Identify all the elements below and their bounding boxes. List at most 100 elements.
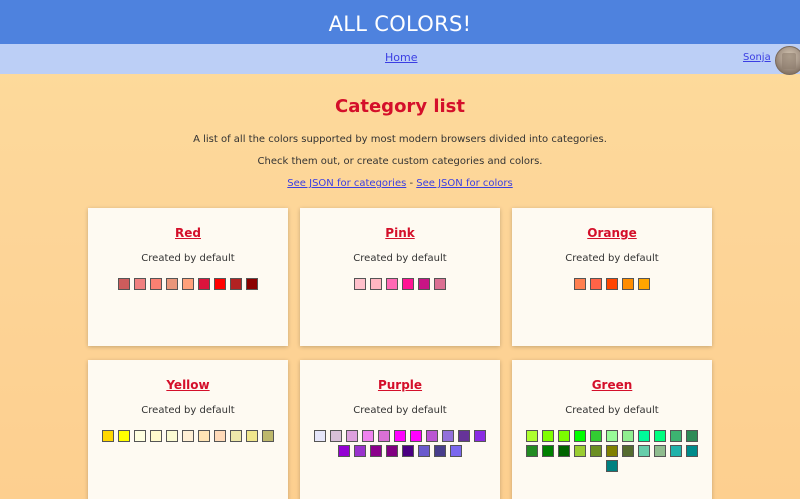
color-swatch[interactable] (638, 430, 650, 442)
color-swatch[interactable] (370, 278, 382, 290)
color-swatch[interactable] (402, 445, 414, 457)
color-swatch[interactable] (214, 278, 226, 290)
color-swatch[interactable] (386, 278, 398, 290)
color-swatch[interactable] (670, 430, 682, 442)
color-swatch[interactable] (590, 278, 602, 290)
color-swatch[interactable] (246, 278, 258, 290)
color-swatch[interactable] (558, 445, 570, 457)
color-swatch[interactable] (338, 445, 350, 457)
color-swatch[interactable] (182, 278, 194, 290)
color-swatch[interactable] (166, 278, 178, 290)
color-swatch[interactable] (574, 278, 586, 290)
app-header: ALL COLORS! (0, 0, 800, 44)
color-swatch[interactable] (418, 278, 430, 290)
color-swatch[interactable] (606, 430, 618, 442)
color-swatch[interactable] (378, 430, 390, 442)
color-swatch[interactable] (670, 445, 682, 457)
color-swatch[interactable] (434, 445, 446, 457)
color-swatch[interactable] (450, 445, 462, 457)
color-swatch[interactable] (542, 430, 554, 442)
color-swatch[interactable] (458, 430, 470, 442)
color-swatch[interactable] (314, 430, 326, 442)
color-swatch[interactable] (386, 445, 398, 457)
color-swatch[interactable] (638, 445, 650, 457)
color-swatch[interactable] (134, 430, 146, 442)
color-swatch[interactable] (230, 278, 242, 290)
color-swatch[interactable] (622, 278, 634, 290)
color-swatch[interactable] (418, 445, 430, 457)
color-swatch[interactable] (354, 278, 366, 290)
color-swatch[interactable] (526, 445, 538, 457)
color-swatch[interactable] (526, 430, 538, 442)
color-swatch[interactable] (354, 445, 366, 457)
color-swatch[interactable] (370, 445, 382, 457)
category-link-red[interactable]: Red (88, 226, 288, 240)
color-swatches (98, 430, 278, 442)
color-swatch[interactable] (574, 445, 586, 457)
category-link-orange[interactable]: Orange (512, 226, 712, 240)
color-swatch[interactable] (558, 430, 570, 442)
category-card-purple: Purple Created by default (300, 360, 500, 499)
color-swatch[interactable] (214, 430, 226, 442)
category-link-purple[interactable]: Purple (300, 378, 500, 392)
color-swatch[interactable] (150, 430, 162, 442)
category-card-pink: Pink Created by default (300, 208, 500, 346)
link-separator: - (406, 178, 417, 189)
color-swatch[interactable] (686, 445, 698, 457)
category-author: Created by default (353, 253, 447, 264)
categories-json-link[interactable]: See JSON for categories (287, 178, 406, 189)
category-link-yellow[interactable]: Yellow (88, 378, 288, 392)
category-link-pink[interactable]: Pink (300, 226, 500, 240)
color-swatch[interactable] (330, 430, 342, 442)
color-swatch[interactable] (150, 278, 162, 290)
color-swatch[interactable] (542, 445, 554, 457)
color-swatch[interactable] (410, 430, 422, 442)
color-swatch[interactable] (246, 430, 258, 442)
color-swatch[interactable] (198, 430, 210, 442)
color-swatch[interactable] (346, 430, 358, 442)
category-link-green[interactable]: Green (512, 378, 712, 392)
color-swatch[interactable] (606, 460, 618, 472)
color-swatch[interactable] (622, 445, 634, 457)
color-swatch[interactable] (262, 430, 274, 442)
color-swatch[interactable] (574, 430, 586, 442)
color-swatch[interactable] (606, 278, 618, 290)
color-swatch[interactable] (166, 430, 178, 442)
category-author: Created by default (565, 253, 659, 264)
json-links: See JSON for categories - See JSON for c… (0, 178, 800, 189)
color-swatch[interactable] (654, 445, 666, 457)
color-swatch[interactable] (362, 430, 374, 442)
color-swatch[interactable] (402, 278, 414, 290)
category-author: Created by default (565, 405, 659, 416)
color-swatch[interactable] (442, 430, 454, 442)
color-swatch[interactable] (606, 445, 618, 457)
color-swatch[interactable] (590, 430, 602, 442)
color-swatch[interactable] (394, 430, 406, 442)
user-avatar[interactable] (775, 46, 800, 75)
color-swatch[interactable] (434, 278, 446, 290)
category-card-red: Red Created by default (88, 208, 288, 346)
color-swatch[interactable] (182, 430, 194, 442)
app-title: ALL COLORS! (328, 12, 472, 36)
color-swatch[interactable] (686, 430, 698, 442)
color-swatch[interactable] (198, 278, 210, 290)
color-swatch[interactable] (622, 430, 634, 442)
color-swatch[interactable] (230, 430, 242, 442)
nav-user-link[interactable]: Sonja (743, 52, 771, 63)
nav-bar: Home Sonja (0, 44, 800, 74)
category-card-yellow: Yellow Created by default (88, 360, 288, 499)
color-swatch[interactable] (590, 445, 602, 457)
color-swatch[interactable] (426, 430, 438, 442)
color-swatch[interactable] (118, 430, 130, 442)
color-swatch[interactable] (654, 430, 666, 442)
colors-json-link[interactable]: See JSON for colors (416, 178, 512, 189)
color-swatch[interactable] (134, 278, 146, 290)
color-swatch[interactable] (474, 430, 486, 442)
color-swatch[interactable] (102, 430, 114, 442)
nav-home-link[interactable]: Home (385, 51, 417, 64)
category-card-orange: Orange Created by default (512, 208, 712, 346)
category-author: Created by default (141, 253, 235, 264)
color-swatch[interactable] (638, 278, 650, 290)
intro-text-2: Check them out, or create custom categor… (257, 156, 543, 167)
color-swatch[interactable] (118, 278, 130, 290)
